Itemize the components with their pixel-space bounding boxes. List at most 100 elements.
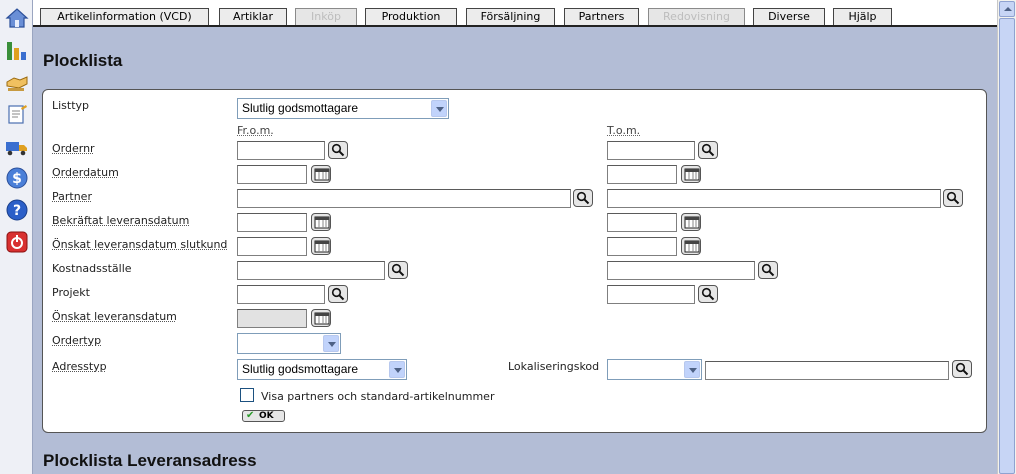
tab-hjalp[interactable]: Hjälp <box>833 8 892 25</box>
onskat-leveransdatum-slutkund-label: Önskat leveransdatum slutkund <box>52 238 228 251</box>
notepad-icon[interactable] <box>5 102 29 126</box>
listtyp-label: Listtyp <box>52 99 90 112</box>
search-icon <box>331 143 345 157</box>
chevron-down-icon <box>431 100 447 117</box>
adresstyp-value: Slutlig godsmottagare <box>242 362 359 376</box>
orderdatum-to-calendar-button[interactable] <box>681 165 701 183</box>
listtyp-select[interactable]: Slutlig godsmottagare <box>237 98 449 119</box>
page-title: Plocklista <box>43 51 123 70</box>
search-icon <box>761 263 775 277</box>
search-icon <box>946 191 960 205</box>
tab-forsaljning[interactable]: Försäljning <box>466 8 555 25</box>
onskat-slutkund-to-input[interactable] <box>607 237 677 256</box>
dollar-icon[interactable]: $ <box>5 166 29 190</box>
search-icon <box>701 143 715 157</box>
scroll-thumb[interactable] <box>999 18 1015 474</box>
ordernr-to-input[interactable] <box>607 141 695 160</box>
tab-artikelinformation[interactable]: Artikelinformation (VCD) <box>40 8 209 25</box>
search-icon <box>391 263 405 277</box>
onskat-leveransdatum-input <box>237 309 307 328</box>
partner-from-input[interactable] <box>237 189 571 208</box>
projekt-to-search-button[interactable] <box>698 285 718 303</box>
adresstyp-select[interactable]: Slutlig godsmottagare <box>237 359 407 380</box>
ordertyp-select[interactable] <box>237 333 341 354</box>
svg-text:$: $ <box>12 171 22 187</box>
partner-from-search-button[interactable] <box>573 189 593 207</box>
listtyp-value: Slutlig godsmottagare <box>242 101 359 115</box>
help-icon[interactable]: ? <box>5 198 29 222</box>
from-column-header: Fr.o.m. <box>237 124 274 137</box>
checkmark-icon: ✔ <box>246 410 255 421</box>
ordernr-label: Ordernr <box>52 142 95 155</box>
calendar-icon <box>684 168 700 181</box>
ok-button-label: OK <box>259 411 274 421</box>
calendar-icon <box>314 240 330 253</box>
plocklista-form-panel: Listtyp Slutlig godsmottagare Fr.o.m. T.… <box>42 89 987 433</box>
calendar-icon <box>684 216 700 229</box>
tab-inkop: Inköp <box>295 8 357 25</box>
scroll-up-button[interactable] <box>999 1 1015 17</box>
handshake-icon[interactable] <box>5 70 29 94</box>
left-icon-bar: $ ? <box>0 0 33 474</box>
chevron-down-icon <box>323 335 339 352</box>
home-icon[interactable] <box>5 6 29 30</box>
lokaliseringskod-input[interactable] <box>705 361 949 380</box>
partner-to-search-button[interactable] <box>943 189 963 207</box>
calendar-icon <box>314 168 330 181</box>
bekraftat-from-calendar-button[interactable] <box>311 213 331 231</box>
kostnadsstalle-to-search-button[interactable] <box>758 261 778 279</box>
onskat-leveransdatum-calendar-button[interactable] <box>311 309 331 327</box>
lokaliseringskod-search-button[interactable] <box>952 360 972 378</box>
partner-label: Partner <box>52 190 92 203</box>
power-icon[interactable] <box>5 230 29 254</box>
projekt-from-search-button[interactable] <box>328 285 348 303</box>
search-icon <box>576 191 590 205</box>
onskat-slutkund-to-calendar-button[interactable] <box>681 237 701 255</box>
kostnadsstalle-to-input[interactable] <box>607 261 755 280</box>
ordernr-from-search-button[interactable] <box>328 141 348 159</box>
onskat-slutkund-from-input[interactable] <box>237 237 307 256</box>
kostnadsstalle-from-input[interactable] <box>237 261 385 280</box>
lokaliseringskod-select[interactable] <box>607 359 702 380</box>
visa-partners-checkbox[interactable] <box>240 388 254 402</box>
bekraftat-to-input[interactable] <box>607 213 677 232</box>
tab-diverse[interactable]: Diverse <box>753 8 825 25</box>
projekt-from-input[interactable] <box>237 285 325 304</box>
tab-artiklar[interactable]: Artiklar <box>219 8 287 25</box>
visa-partners-label: Visa partners och standard-artikelnummer <box>261 390 495 403</box>
section-title-leveransadress: Plocklista Leveransadress <box>43 451 257 470</box>
kostnadsstalle-from-search-button[interactable] <box>388 261 408 279</box>
ordertyp-label: Ordertyp <box>52 334 102 347</box>
adresstyp-label: Adresstyp <box>52 360 107 373</box>
lokaliseringskod-label: Lokaliseringskod <box>508 360 600 373</box>
search-icon <box>701 287 715 301</box>
tab-redovisning: Redovisning <box>648 8 745 25</box>
orderdatum-from-calendar-button[interactable] <box>311 165 331 183</box>
onskat-slutkund-from-calendar-button[interactable] <box>311 237 331 255</box>
tab-partners[interactable]: Partners <box>564 8 639 25</box>
orderdatum-from-input[interactable] <box>237 165 307 184</box>
orderdatum-to-input[interactable] <box>607 165 677 184</box>
svg-text:?: ? <box>13 203 21 219</box>
bekraftat-from-input[interactable] <box>237 213 307 232</box>
tab-produktion[interactable]: Produktion <box>365 8 457 25</box>
kostnadsstalle-label: Kostnadsställe <box>52 262 132 275</box>
partner-to-input[interactable] <box>607 189 941 208</box>
calendar-icon <box>314 312 330 325</box>
chevron-down-icon <box>389 361 405 378</box>
chart-icon[interactable] <box>5 38 29 62</box>
ordernr-to-search-button[interactable] <box>698 141 718 159</box>
truck-icon[interactable] <box>5 134 29 158</box>
projekt-to-input[interactable] <box>607 285 695 304</box>
search-icon <box>955 362 969 376</box>
orderdatum-label: Orderdatum <box>52 166 119 179</box>
onskat-leveransdatum-label: Önskat leveransdatum <box>52 310 177 323</box>
bekraftat-leveransdatum-label: Bekräftat leveransdatum <box>52 214 190 227</box>
top-tab-bar: Artikelinformation (VCD) Artiklar Inköp … <box>33 0 997 27</box>
ok-button[interactable]: ✔ OK <box>242 410 285 422</box>
projekt-label: Projekt <box>52 286 90 299</box>
vertical-scrollbar[interactable] <box>997 0 1016 474</box>
ordernr-from-input[interactable] <box>237 141 325 160</box>
calendar-icon <box>684 240 700 253</box>
bekraftat-to-calendar-button[interactable] <box>681 213 701 231</box>
